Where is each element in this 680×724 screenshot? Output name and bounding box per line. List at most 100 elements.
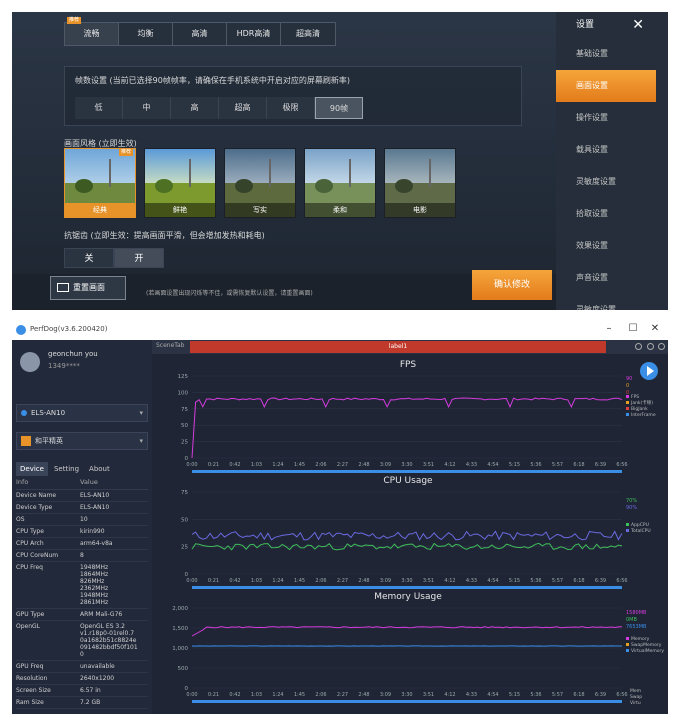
info-row: Resolution 2640x1200 — [16, 673, 148, 685]
quality-tab-hdr[interactable]: HDR高清 — [227, 23, 281, 45]
tab-device[interactable]: Device — [16, 462, 48, 476]
tab-about[interactable]: About — [85, 462, 114, 476]
fps-tab-extreme[interactable]: 极限 — [267, 97, 315, 119]
x-tick-label: 0:21 — [208, 692, 219, 698]
style-classic[interactable]: 推荐 经典 — [64, 148, 136, 218]
quality-tab-balanced[interactable]: 均衡 — [119, 23, 173, 45]
style-vivid[interactable]: 鲜艳 — [144, 148, 216, 218]
fps-tab-high[interactable]: 高 — [171, 97, 219, 119]
sidebar-item-sensitivity-2[interactable]: 灵敏度设置 — [556, 294, 668, 310]
legend-label: Mem — [630, 688, 641, 694]
x-tick-label: 3:51 — [423, 462, 434, 468]
legend-label: Memory — [631, 636, 650, 642]
info-key: CPU Type — [16, 528, 44, 535]
game-settings-panel: 推荐 流畅 均衡 高清 HDR高清 超高清 帧数设置 (当前已选择90帧帧率，请… — [12, 12, 668, 310]
x-tick-label: 4:33 — [466, 578, 477, 584]
fps-tabs: 低 中 高 超高 极限 90帧 — [75, 97, 363, 119]
current-value: 90% — [626, 505, 637, 511]
legend-swatch — [626, 637, 629, 640]
device-info-list: Device Name ELS-AN10 Device Type ELS-AN10 OS… — [16, 490, 148, 709]
x-tick-label: 2:48 — [358, 692, 369, 698]
reset-graphics-button[interactable]: 重置画面 — [50, 276, 126, 300]
confirm-button[interactable]: 确认修改 — [472, 270, 552, 300]
label-bar[interactable]: label1 — [190, 341, 606, 353]
cpu-chart: 75502500:00 0:21 0:42 1:03 1:24 1:45 2:06 2:27 2… — [181, 490, 651, 589]
close-icon[interactable]: ✕ — [632, 12, 644, 38]
x-tick-label: 2:06 — [315, 578, 326, 584]
x-tick-label: 3:51 — [423, 692, 434, 698]
sidebar-item-basic[interactable]: 基础设置 — [556, 38, 668, 70]
x-tick-label: 0:00 — [186, 578, 197, 584]
scene-tab-label[interactable]: SceneTab — [156, 342, 184, 349]
info-value: OpenGL ES 3.2 v1.r18p0-01rel0.7 0a1682b5… — [80, 623, 138, 658]
style-cinema[interactable]: 电影 — [384, 148, 456, 218]
current-value: 7653MB — [626, 624, 647, 630]
recommend-badge: 推荐 — [67, 17, 82, 24]
maximize-icon[interactable]: ☐ — [626, 323, 640, 334]
sidebar-title: 设置 — [576, 20, 595, 30]
sidebar-item-sensitivity[interactable]: 灵敏度设置 — [556, 166, 668, 198]
fps-tab-90[interactable]: 90帧 — [315, 97, 363, 119]
reset-hint: (若画面设置出现闪烁等不佳，或需恢复默认设置，请重置画面) — [146, 290, 313, 297]
sidebar-item-graphics[interactable]: 画面设置 — [556, 70, 656, 102]
x-tick-label: 6:39 — [595, 578, 606, 584]
sidebar-item-pickup[interactable]: 拾取设置 — [556, 198, 668, 230]
info-key: OpenGL — [16, 623, 41, 630]
x-tick-label: 2:48 — [358, 462, 369, 468]
fps-tab-mid[interactable]: 中 — [123, 97, 171, 119]
x-tick-label: 4:54 — [487, 578, 498, 584]
export-icon[interactable] — [647, 343, 654, 350]
x-tick-label: 0:00 — [186, 462, 197, 468]
style-realistic[interactable]: 写实 — [224, 148, 296, 218]
tab-setting[interactable]: Setting — [50, 462, 83, 476]
legend-label: VirtualMemory — [631, 648, 664, 654]
style-caption: 写实 — [225, 203, 295, 217]
info-key: GPU Type — [16, 611, 45, 618]
x-tick-label: 5:57 — [552, 462, 563, 468]
x-tick-label: 6:18 — [573, 578, 584, 584]
sidebar-item-controls[interactable]: 操作设置 — [556, 102, 668, 134]
antialias-on[interactable]: 开 — [114, 248, 164, 268]
quality-tab-smooth[interactable]: 推荐 流畅 — [65, 17, 119, 45]
legend-label: Virtu — [630, 700, 641, 706]
x-tick-label: 5:36 — [530, 692, 541, 698]
y-tick-label: 75 — [181, 490, 188, 496]
total-cpu-line — [191, 530, 623, 541]
info-row: Ram Size 7.2 GB — [16, 697, 148, 709]
x-tick-label: 0:21 — [208, 462, 219, 468]
quality-tab-hd[interactable]: 高清 — [173, 23, 227, 45]
info-key: GPU Freq — [16, 663, 44, 670]
style-soft[interactable]: 柔和 — [304, 148, 376, 218]
fps-chart-title: FPS — [399, 360, 417, 370]
x-tick-label: 6:39 — [595, 462, 606, 468]
x-tick-label: 0:42 — [229, 462, 240, 468]
legend-label: FPS — [631, 394, 639, 400]
device-select[interactable]: ELS-AN10 ▾ — [16, 404, 148, 422]
recommend-badge: 推荐 — [118, 149, 133, 156]
quality-tab-uhd[interactable]: 超高清 — [281, 23, 335, 45]
x-tick-label: 3:30 — [401, 462, 412, 468]
close-icon[interactable]: ✕ — [648, 323, 662, 334]
memory-chart: 2,0001,5001,00050000:00 0:21 0:42 1:03 1:24 1… — [172, 606, 664, 706]
info-row: Device Type ELS-AN10 — [16, 502, 148, 514]
sidebar-item-sound[interactable]: 声音设置 — [556, 262, 668, 294]
settings-icon[interactable] — [635, 343, 642, 350]
sidebar-item-effects[interactable]: 效果设置 — [556, 230, 668, 262]
x-tick-label: 5:36 — [530, 578, 541, 584]
cpu-chart-title: CPU Usage — [383, 476, 433, 486]
x-tick-label: 1:45 — [294, 462, 305, 468]
app-select[interactable]: 和平精英 ▾ — [16, 432, 148, 450]
fps-tab-low[interactable]: 低 — [75, 97, 123, 119]
x-tick-label: 3:51 — [423, 578, 434, 584]
sidebar-item-vehicle[interactable]: 载具设置 — [556, 134, 668, 166]
cloud-icon[interactable] — [658, 343, 665, 350]
fps-tab-ultra[interactable]: 超高 — [219, 97, 267, 119]
memory-chart-title: Memory Usage — [374, 592, 442, 602]
antialias-off[interactable]: 关 — [64, 248, 114, 268]
x-tick-label: 4:33 — [466, 462, 477, 468]
x-tick-label: 1:03 — [251, 462, 262, 468]
x-tick-label: 6:56 — [616, 578, 627, 584]
y-tick-label: 2,000 — [172, 606, 188, 612]
minimize-icon[interactable]: – — [602, 323, 616, 334]
y-tick-label: 100 — [178, 390, 189, 396]
